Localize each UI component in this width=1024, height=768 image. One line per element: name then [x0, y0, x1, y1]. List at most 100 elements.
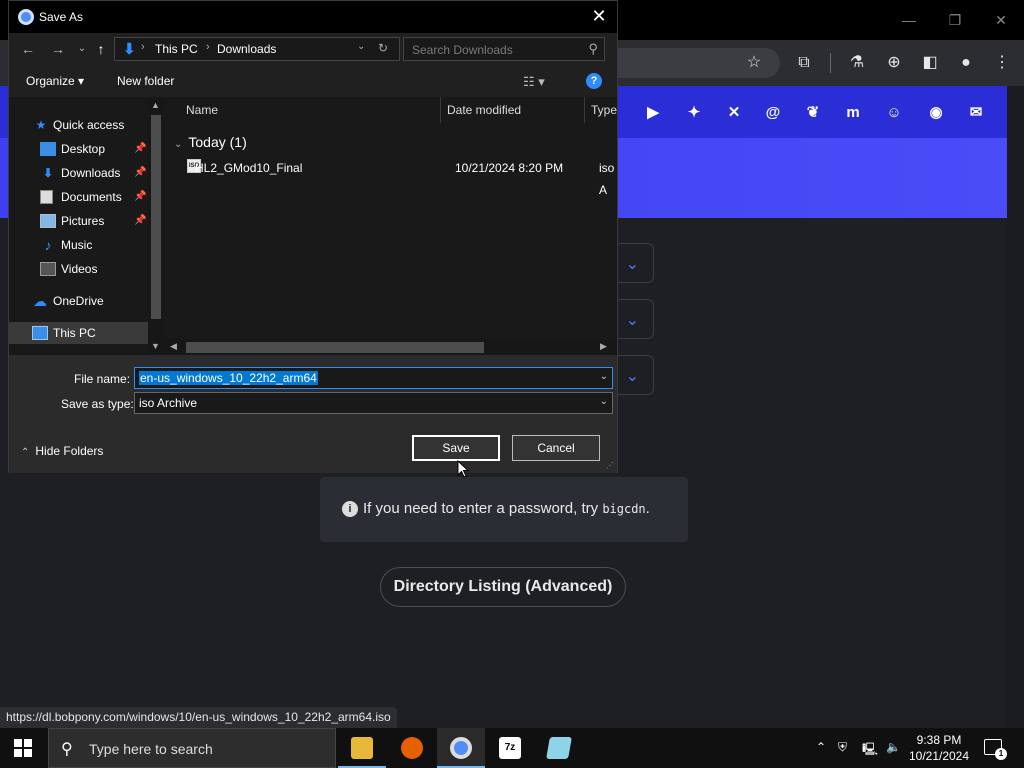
security-shield-icon[interactable]: ⛨: [838, 740, 847, 755]
column-header-name[interactable]: Name: [186, 97, 218, 123]
file-row[interactable]: ISO HL2_GMod10_Final 10/21/2024 8:20 PM …: [184, 157, 617, 197]
taskbar-app-chrome[interactable]: [437, 728, 485, 768]
labs-flask-icon[interactable]: ⚗: [846, 52, 868, 74]
nav-item-onedrive[interactable]: ☁ OneDrive: [9, 290, 148, 312]
breadcrumb-separator-icon: ›: [206, 41, 210, 53]
address-history-chevron-icon[interactable]: ⌄: [357, 41, 365, 52]
taskbar-app-notepad[interactable]: [535, 728, 583, 768]
nav-item-label: Pictures: [61, 214, 105, 228]
column-header-date-modified[interactable]: Date modified: [447, 97, 521, 123]
save-button[interactable]: Save: [412, 435, 500, 461]
scrollbar-thumb[interactable]: [151, 115, 161, 319]
directory-listing-button[interactable]: Directory Listing (Advanced): [380, 567, 626, 607]
nav-item-pictures[interactable]: Pictures 📌: [9, 210, 148, 232]
change-view-icon[interactable]: ☷ ▾: [523, 74, 545, 90]
clock-date: 10/21/2024: [908, 749, 970, 763]
link-status-bar: https://dl.bobpony.com/windows/10/en-us_…: [0, 707, 397, 728]
file-date: 10/21/2024 8:20 PM: [455, 161, 564, 175]
restore-button[interactable]: ❐: [932, 10, 978, 30]
windows-start-icon[interactable]: [14, 739, 32, 757]
scroll-right-arrow-icon[interactable]: ▶: [600, 341, 607, 352]
scrollbar-thumb[interactable]: [186, 342, 484, 353]
column-divider[interactable]: [584, 97, 585, 123]
chevron-down-icon[interactable]: ⌄: [600, 396, 608, 407]
group-header-today[interactable]: ⌄ Today (1): [174, 134, 247, 150]
taskbar-app-firefox[interactable]: [388, 728, 436, 768]
pin-icon: 📌: [134, 191, 147, 202]
bluesky-icon[interactable]: ❦: [802, 102, 824, 124]
youtube-icon[interactable]: ▶: [642, 102, 664, 124]
search-icon: ⚲: [61, 741, 73, 758]
bookmark-star-icon[interactable]: ☆: [743, 52, 765, 74]
page-scrollbar[interactable]: [1007, 86, 1024, 728]
breadcrumb-downloads[interactable]: Downloads: [217, 42, 276, 56]
scroll-up-arrow-icon[interactable]: ▲: [151, 100, 160, 110]
network-icon[interactable]: 🖳: [862, 740, 878, 761]
chevron-up-icon: ⌃: [21, 447, 30, 458]
recent-locations-chevron-icon[interactable]: ⌄: [73, 40, 91, 58]
nav-item-music[interactable]: ♪ Music: [9, 234, 148, 256]
refresh-icon[interactable]: ↻: [378, 41, 388, 55]
x-icon[interactable]: ✕: [723, 102, 745, 124]
discord-icon[interactable]: ☺: [883, 102, 905, 124]
back-arrow-icon[interactable]: ←: [19, 40, 37, 58]
nav-item-desktop[interactable]: Desktop 📌: [9, 138, 148, 160]
up-arrow-icon[interactable]: ↑: [92, 40, 110, 58]
nav-item-this-pc[interactable]: This PC: [9, 322, 148, 344]
breadcrumb-this-pc[interactable]: This PC: [155, 42, 198, 56]
taskbar-app-file-explorer[interactable]: [338, 728, 386, 768]
system-clock[interactable]: 9:38 PM 10/21/2024: [908, 732, 970, 764]
desktop-folder-icon: [40, 142, 56, 156]
volume-muted-icon[interactable]: 🔈: [886, 740, 901, 754]
extensions-icon[interactable]: ⧉: [793, 52, 815, 74]
show-hidden-icons-chevron-icon[interactable]: ⌃: [816, 740, 826, 754]
nav-item-label: Documents: [61, 190, 122, 204]
info-icon: i: [342, 501, 358, 517]
menu-kebab-icon[interactable]: ⋮: [991, 52, 1013, 74]
threads-icon[interactable]: @: [762, 102, 784, 124]
cancel-button[interactable]: Cancel: [512, 435, 600, 461]
close-icon[interactable]: ✕: [589, 6, 609, 26]
twitter-icon[interactable]: ✦: [683, 102, 705, 124]
notification-badge: 1: [995, 748, 1007, 760]
profile-icon[interactable]: ●: [955, 52, 977, 74]
scroll-down-arrow-icon[interactable]: ▼: [151, 341, 160, 351]
hide-folders-button[interactable]: ⌃ Hide Folders: [21, 444, 103, 458]
taskbar-app-7zip[interactable]: 7z: [486, 728, 534, 768]
close-window-button[interactable]: ✕: [978, 10, 1024, 30]
help-icon[interactable]: ?: [586, 73, 602, 89]
taskbar-search-placeholder: Type here to search: [89, 741, 213, 757]
search-downloads-input[interactable]: Search Downloads ⚲: [403, 37, 605, 61]
nav-item-videos[interactable]: Videos: [9, 258, 148, 280]
pin-icon: 📌: [134, 167, 147, 178]
column-divider[interactable]: [440, 97, 441, 123]
organize-menu-button[interactable]: Organize ▾: [26, 74, 84, 88]
side-panel-icon[interactable]: ◧: [919, 52, 941, 74]
navigation-pane-scrollbar[interactable]: ▲ ▼: [148, 97, 164, 355]
forward-arrow-icon[interactable]: →: [49, 40, 67, 58]
file-name: HL2_GMod10_Final: [195, 161, 303, 175]
file-list-horizontal-scrollbar[interactable]: ◀ ▶: [164, 339, 617, 355]
navigation-bar: ← → ⌄ ↑ ⬇ › This PC › Downloads ⌄ ↻ Sear…: [9, 33, 617, 65]
resize-grip-icon[interactable]: ⋰: [606, 461, 614, 470]
taskbar-search-input[interactable]: ⚲ Type here to search: [48, 728, 336, 768]
chevron-down-icon[interactable]: ⌄: [600, 371, 608, 382]
save-as-type-select[interactable]: iso Archive ⌄: [134, 392, 613, 414]
password-code: bigcdn: [602, 502, 646, 516]
mail-icon[interactable]: ✉: [965, 102, 987, 124]
nav-item-label: Videos: [61, 262, 98, 276]
github-icon[interactable]: ◉: [925, 102, 947, 124]
nav-item-downloads[interactable]: ⬇ Downloads 📌: [9, 162, 148, 184]
address-path-bar[interactable]: ⬇ › This PC › Downloads ⌄ ↻: [114, 37, 400, 61]
file-name-input[interactable]: en-us_windows_10_22h2_arm64 ⌄: [134, 367, 613, 389]
column-header-type[interactable]: Type: [591, 97, 617, 123]
mastodon-icon[interactable]: m: [842, 102, 864, 124]
chrome-icon: [450, 737, 472, 759]
nav-item-quick-access[interactable]: ★ Quick access: [9, 114, 148, 136]
scroll-left-arrow-icon[interactable]: ◀: [170, 341, 177, 352]
nav-item-documents[interactable]: Documents 📌: [9, 186, 148, 208]
new-folder-button[interactable]: New folder: [117, 74, 174, 88]
notification-center-icon[interactable]: 1: [984, 739, 1007, 760]
downloads-icon[interactable]: ⊕: [883, 52, 905, 74]
minimize-button[interactable]: —: [886, 10, 932, 30]
